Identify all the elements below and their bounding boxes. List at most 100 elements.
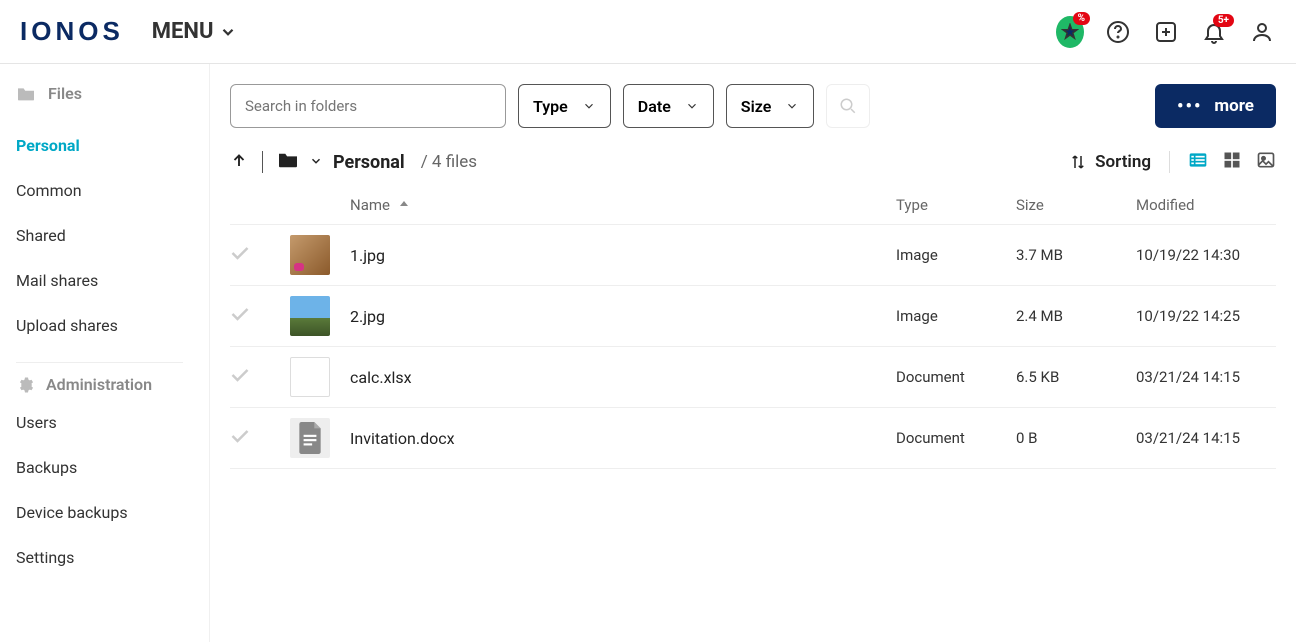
grid-icon [1222,150,1242,170]
file-size: 2.4 MB [1016,307,1136,325]
filter-size-button[interactable]: Size [726,84,815,128]
sidebar-item-upload-shares[interactable]: Upload shares [16,303,201,348]
sort-asc-icon [398,196,410,214]
more-label: more [1214,96,1254,116]
arrow-up-icon [230,151,248,169]
file-row[interactable]: 2.jpg Image2.4 MB10/19/22 14:25 [230,286,1276,347]
file-type: Document [896,429,1016,447]
user-icon [1250,20,1274,44]
column-header-size[interactable]: Size [1016,196,1136,214]
file-modified: 03/21/24 14:15 [1136,429,1276,447]
chevron-down-icon [219,23,237,41]
row-select[interactable] [230,368,250,387]
file-row[interactable]: 1.jpgImage3.7 MB10/19/22 14:30 [230,225,1276,286]
row-select[interactable] [230,307,250,326]
more-dots-icon: ••• [1177,96,1202,117]
view-list-button[interactable] [1188,150,1208,174]
sidebar-admin-label: Administration [46,375,152,394]
gear-icon [16,376,34,394]
search-input[interactable] [230,84,506,128]
menu-label: MENU [152,19,214,44]
table-header: Name Type Size Modified [230,182,1276,225]
logo: IONOS [20,16,124,47]
breadcrumb-dropdown[interactable] [309,153,323,172]
chevron-down-icon [582,99,596,113]
view-grid-button[interactable] [1222,150,1242,174]
star-icon [1061,23,1079,41]
help-icon [1106,20,1130,44]
account-button[interactable] [1248,18,1276,46]
sort-icon [1069,153,1087,171]
filter-type-label: Type [533,97,568,116]
filter-size-label: Size [741,97,772,116]
file-row[interactable]: Invitation.docx Document0 B03/21/24 14:15 [230,408,1276,469]
file-size: 3.7 MB [1016,246,1136,264]
filter-toolbar: Type Date Size ••• more [230,84,1276,128]
sorting-button[interactable]: Sorting [1069,152,1151,172]
menu-button[interactable]: MENU [152,19,238,44]
sidebar-item-personal[interactable]: Personal [16,123,201,168]
topbar-right: % 5+ [1056,18,1276,46]
file-type: Image [896,307,1016,325]
file-name: Invitation.docx [350,429,455,448]
file-row[interactable]: calc.xlsx Document6.5 KB03/21/24 14:15 [230,347,1276,408]
breadcrumb-divider [262,151,263,173]
file-type: Document [896,368,1016,386]
filter-type-button[interactable]: Type [518,84,611,128]
sidebar-item-settings[interactable]: Settings [16,535,201,580]
file-name: 1.jpg [350,246,385,265]
more-button[interactable]: ••• more [1155,84,1276,128]
sidebar: Files Personal Common Shared Mail shares… [0,64,210,642]
notification-badge: 5+ [1213,14,1234,27]
search-button[interactable] [826,84,870,128]
search-icon [839,97,857,115]
chevron-down-icon [309,154,323,168]
column-name-label: Name [350,196,390,214]
file-modified: 03/21/24 14:15 [1136,368,1276,386]
column-header-name[interactable]: Name [350,196,896,214]
sidebar-list: Personal Common Shared Mail shares Uploa… [16,123,201,348]
promo-badge: % [1073,12,1090,25]
sidebar-item-device-backups[interactable]: Device backups [16,490,201,535]
file-modified: 10/19/22 14:25 [1136,307,1276,325]
file-list: 1.jpgImage3.7 MB10/19/22 14:30 2.jpg Image… [230,225,1276,469]
add-button[interactable] [1152,18,1180,46]
view-gallery-button[interactable] [1256,150,1276,174]
folder-icon [277,151,299,173]
sidebar-item-users[interactable]: Users [16,400,201,445]
file-thumbnail [290,357,330,397]
file-name: calc.xlsx [350,368,412,387]
list-icon [1188,150,1208,170]
view-divider [1169,151,1170,173]
sidebar-item-backups[interactable]: Backups [16,445,201,490]
row-select[interactable] [230,429,250,448]
file-size: 6.5 KB [1016,368,1136,386]
sidebar-item-shared[interactable]: Shared [16,213,201,258]
column-header-modified[interactable]: Modified [1136,196,1276,214]
column-header-type[interactable]: Type [896,196,1016,214]
up-button[interactable] [230,151,248,173]
chevron-down-icon [785,99,799,113]
filter-date-button[interactable]: Date [623,84,714,128]
promo-button[interactable]: % [1056,18,1084,46]
notifications-button[interactable]: 5+ [1200,18,1228,46]
topbar-left: IONOS MENU [20,16,237,47]
file-size: 0 B [1016,429,1136,447]
sidebar-item-common[interactable]: Common [16,168,201,213]
breadcrumb-row: Personal / 4 files Sorting [230,150,1276,174]
breadcrumb-count: / 4 files [421,152,477,172]
sidebar-item-mail-shares[interactable]: Mail shares [16,258,201,303]
chevron-down-icon [685,99,699,113]
file-thumbnail [290,418,330,458]
sidebar-section-files: Files [16,84,201,103]
breadcrumb-current[interactable]: Personal [333,152,405,173]
file-name: 2.jpg [350,307,385,326]
plus-square-icon [1154,20,1178,44]
main-content: Type Date Size ••• more [210,64,1296,642]
sidebar-separator [16,362,183,363]
folder-icon [16,86,36,102]
sidebar-section-admin: Administration [16,375,201,394]
help-button[interactable] [1104,18,1132,46]
filter-date-label: Date [638,97,671,116]
row-select[interactable] [230,246,250,265]
